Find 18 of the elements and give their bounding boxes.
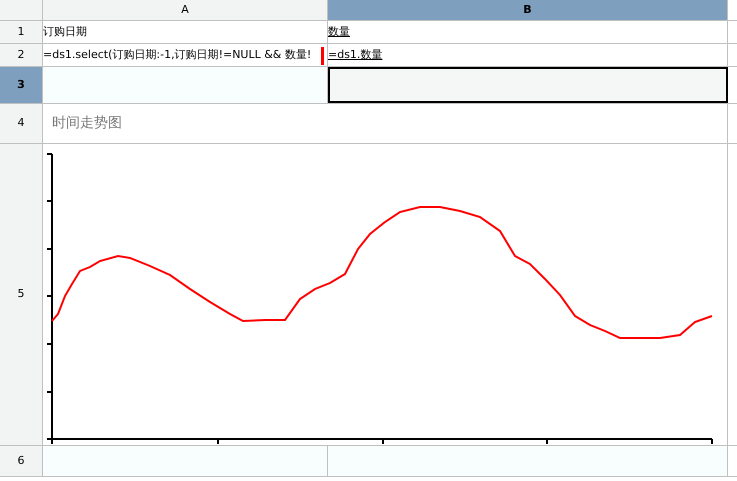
table-cell[interactable]: 数量 [328, 21, 728, 43]
table-cell[interactable]: =ds1.select(订购日期:-1,订购日期!=NULL && 数量! [43, 44, 328, 66]
table-cell[interactable]: 订购日期 [43, 21, 328, 43]
column-header[interactable]: B [328, 0, 728, 20]
row-header[interactable]: 2 [0, 44, 43, 66]
cell-text: =ds1.数量 [328, 46, 382, 63]
row-header[interactable]: 5 [0, 144, 43, 445]
cell-text: 数量 [328, 24, 350, 40]
row-header[interactable]: 1 [0, 21, 43, 43]
chart-title: 时间走势图 [52, 114, 122, 133]
cell-text: 订购日期 [43, 24, 87, 40]
column-header[interactable]: A [43, 0, 328, 20]
cell-text: =ds1.select(订购日期:-1,订购日期!=NULL && 数量! [43, 46, 312, 63]
row-header[interactable]: 6 [0, 446, 43, 476]
row-header[interactable]: 4 [0, 104, 43, 143]
row-header[interactable]: 3 [0, 67, 43, 103]
table-cell[interactable] [328, 67, 728, 103]
table-cell[interactable]: =ds1.数量 [328, 44, 728, 66]
